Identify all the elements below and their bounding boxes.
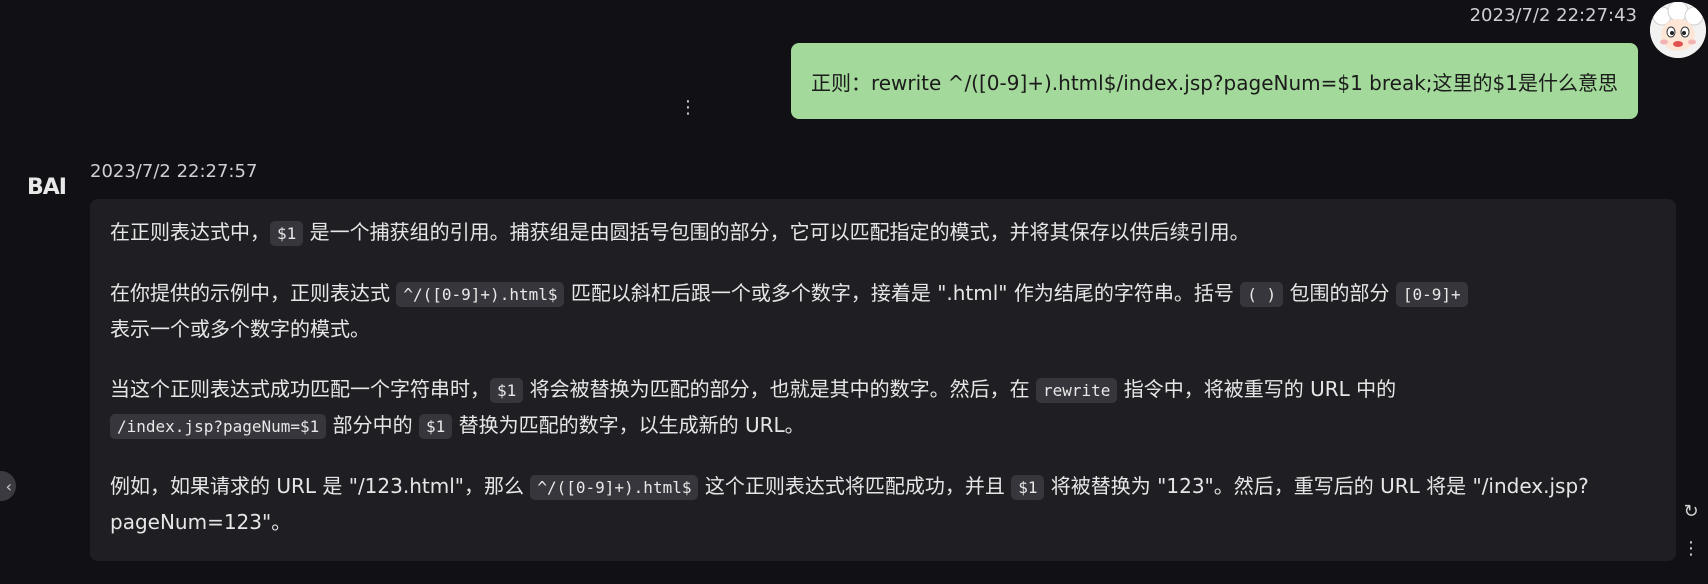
refresh-icon[interactable]: ↻ bbox=[1680, 500, 1702, 522]
text-span: 部分中的 bbox=[326, 413, 420, 437]
text-span: 在正则表达式中， bbox=[110, 220, 270, 244]
inline-code: $1 bbox=[270, 221, 304, 246]
text-span: 匹配以斜杠后跟一个或多个数字，接着是 ".html" 作为结尾的字符串。括号 bbox=[564, 281, 1241, 305]
collapse-chevron-left-icon[interactable]: ‹ bbox=[0, 471, 16, 501]
inline-code: ^/([0-9]+).html$ bbox=[530, 475, 699, 500]
user-message-menu-icon[interactable]: ⋮ bbox=[677, 97, 699, 119]
text-span: 表示一个或多个数字的模式。 bbox=[110, 317, 370, 341]
text-span: 在你提供的示例中，正则表达式 bbox=[110, 281, 397, 305]
inline-code: ^/([0-9]+).html$ bbox=[396, 282, 565, 307]
text-span: 这个正则表达式将匹配成功，并且 bbox=[698, 474, 1012, 498]
inline-code: [0-9]+ bbox=[1395, 282, 1468, 307]
text-span: 将会被替换为匹配的部分，也就是其中的数字。然后，在 bbox=[523, 377, 1036, 401]
bot-paragraph-1: 在正则表达式中， $1 是一个捕获组的引用。捕获组是由圆括号包围的部分，它可以匹配… bbox=[110, 215, 1656, 251]
bot-paragraph-4: 例如，如果请求的 URL 是 "/123.html"，那么 ^/([0-9]+)… bbox=[110, 469, 1656, 540]
user-avatar[interactable] bbox=[1650, 2, 1706, 58]
bot-paragraph-3: 当这个正则表达式成功匹配一个字符串时， $1 将会被替换为匹配的部分，也就是其中的… bbox=[110, 372, 1656, 444]
bot-message-card: 在正则表达式中， $1 是一个捕获组的引用。捕获组是由圆括号包围的部分，它可以匹配… bbox=[90, 199, 1676, 561]
text-span: 当这个正则表达式成功匹配一个字符串时， bbox=[110, 377, 490, 401]
inline-code: /index.jsp?pageNum=$1 bbox=[110, 414, 327, 439]
more-options-icon[interactable]: ⋮ bbox=[1680, 537, 1702, 559]
inline-code: $1 bbox=[1011, 475, 1045, 500]
user-message-timestamp: 2023/7/2 22:27:43 bbox=[1469, 5, 1637, 26]
text-span: 替换为匹配的数字，以生成新的 URL。 bbox=[452, 413, 805, 437]
text-span: 是一个捕获组的引用。捕获组是由圆括号包围的部分，它可以匹配指定的模式，并将其保存… bbox=[303, 220, 1250, 244]
user-message-text: 正则：rewrite ^/([0-9]+).html$/index.jsp?pa… bbox=[810, 70, 1618, 95]
text-span: 包围的部分 bbox=[1283, 281, 1396, 305]
inline-code: $1 bbox=[490, 378, 524, 403]
bot-paragraph-2: 在你提供的示例中，正则表达式 ^/([0-9]+).html$ 匹配以斜杠后跟一… bbox=[110, 276, 1656, 347]
bot-message-timestamp: 2023/7/2 22:27:57 bbox=[90, 161, 258, 182]
sheep-avatar-icon bbox=[1650, 2, 1706, 58]
inline-code: rewrite bbox=[1035, 378, 1118, 403]
inline-code: $1 bbox=[419, 414, 453, 439]
text-span: 例如，如果请求的 URL 是 "/123.html"，那么 bbox=[110, 474, 531, 498]
bot-logo: BAI bbox=[27, 175, 67, 200]
inline-code: ( ) bbox=[1240, 282, 1284, 307]
user-message-bubble: 正则：rewrite ^/([0-9]+).html$/index.jsp?pa… bbox=[790, 43, 1638, 119]
text-span: 指令中，将被重写的 URL 中的 bbox=[1117, 377, 1397, 401]
